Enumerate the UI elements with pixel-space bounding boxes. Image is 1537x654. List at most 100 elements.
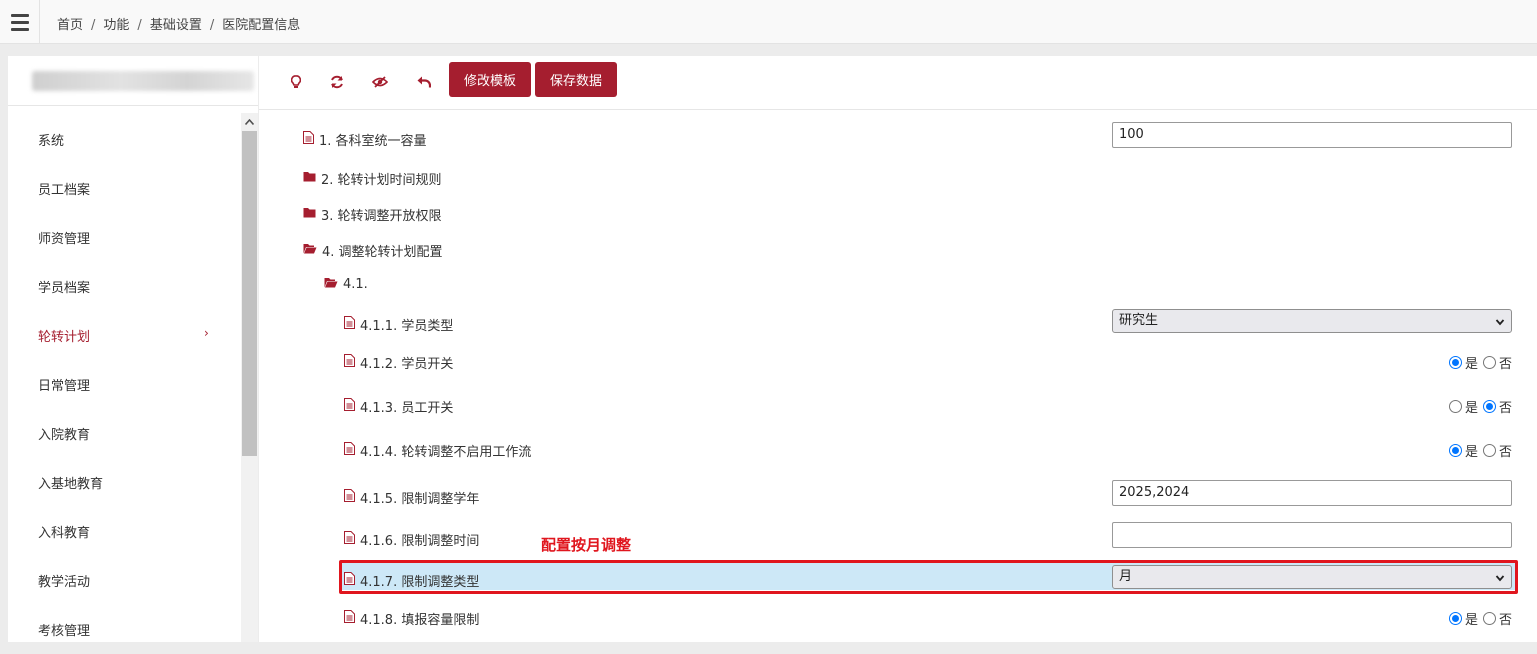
- folder-open-icon: [324, 277, 343, 292]
- sidebar-item-rotation-plan[interactable]: 轮转计划 ›: [8, 311, 241, 360]
- radio-yes[interactable]: [1448, 400, 1462, 413]
- edit-template-button[interactable]: 修改模板: [449, 62, 531, 97]
- sidebar-item-daily-management[interactable]: 日常管理: [8, 360, 241, 409]
- file-text-icon: [344, 610, 360, 627]
- sidebar: 系统 员工档案 师资管理 学员档案 轮转计划 › 日常管理 入院教育 入基地教育 …: [8, 56, 258, 642]
- config-row-4-1-5: 4.1.5. 限制调整学年 2025,2024: [259, 478, 1537, 514]
- file-text-icon: [344, 398, 360, 415]
- radio-yes[interactable]: [1448, 612, 1462, 625]
- config-row-3[interactable]: 3. 轮转调整开放权限: [259, 195, 1537, 231]
- config-row-4[interactable]: 4. 调整轮转计划配置: [259, 231, 1537, 267]
- config-row-4-1[interactable]: 4.1.: [259, 267, 1537, 303]
- config-label: 4.1.6. 限制调整时间: [360, 534, 480, 549]
- breadcrumb-basic-settings[interactable]: 基础设置: [150, 18, 202, 33]
- chevron-down-icon: [1495, 313, 1505, 335]
- no-workflow-radio-group: 是 否: [1448, 441, 1512, 460]
- radio-no-label: 否: [1498, 445, 1512, 460]
- sidebar-item-teaching-activities[interactable]: 教学活动: [8, 556, 241, 605]
- breadcrumb-home[interactable]: 首页: [57, 18, 83, 33]
- sidebar-item-hospital-orientation[interactable]: 入院教育: [8, 409, 241, 458]
- sidebar-item-assessment-management[interactable]: 考核管理: [8, 605, 241, 654]
- sidebar-item-department-orientation[interactable]: 入科教育: [8, 507, 241, 556]
- radio-yes-label: 是: [1464, 357, 1478, 372]
- sidebar-item-label: 学员档案: [38, 281, 91, 296]
- config-label: 2. 轮转计划时间规则: [321, 173, 442, 188]
- radio-yes-label: 是: [1464, 613, 1478, 628]
- radio-yes[interactable]: [1448, 444, 1462, 457]
- sidebar-divider: [8, 105, 258, 106]
- radio-no-label: 否: [1498, 357, 1512, 372]
- sidebar-item-label: 入基地教育: [38, 477, 104, 492]
- radio-no[interactable]: [1482, 356, 1496, 369]
- refresh-icon[interactable]: [325, 70, 349, 94]
- sidebar-item-label: 系统: [38, 134, 65, 149]
- sidebar-item-label: 员工档案: [38, 183, 91, 198]
- sidebar-item-label: 教学活动: [38, 575, 91, 590]
- sidebar-item-faculty-management[interactable]: 师资管理: [8, 213, 241, 262]
- sidebar-nav: 系统 员工档案 师资管理 学员档案 轮转计划 › 日常管理 入院教育 入基地教育 …: [8, 115, 241, 654]
- breadcrumb-separator: /: [91, 18, 96, 33]
- scroll-up-arrow-icon[interactable]: [241, 113, 258, 130]
- radio-yes[interactable]: [1448, 356, 1462, 369]
- chevron-right-icon: ›: [204, 326, 209, 340]
- config-label: 4.1.: [343, 277, 368, 292]
- sidebar-scrollbar[interactable]: [241, 113, 258, 642]
- breadcrumb-separator: /: [137, 18, 142, 33]
- annotation-text: 配置按月调整: [541, 536, 632, 554]
- radio-no[interactable]: [1482, 444, 1496, 457]
- limit-adjust-year-input[interactable]: 2025,2024: [1112, 480, 1512, 506]
- config-row-1: 1. 各科室统一容量 100: [259, 120, 1537, 156]
- config-label: 3. 轮转调整开放权限: [321, 209, 442, 224]
- config-label: 4.1.4. 轮转调整不启用工作流: [360, 445, 532, 460]
- file-text-icon: [303, 131, 319, 148]
- radio-no-label: 否: [1498, 613, 1512, 628]
- folder-icon: [303, 171, 321, 186]
- annotation-highlight-box: [339, 560, 1518, 594]
- radio-yes-label: 是: [1464, 401, 1478, 416]
- file-text-icon: [344, 442, 360, 459]
- limit-adjust-time-input[interactable]: [1112, 522, 1512, 548]
- folder-open-icon: [303, 243, 322, 258]
- capacity-limit-radio-group: 是 否: [1448, 609, 1512, 628]
- eye-slash-icon[interactable]: [368, 70, 392, 94]
- sidebar-item-system[interactable]: 系统: [8, 115, 241, 164]
- sidebar-item-label: 师资管理: [38, 232, 91, 247]
- uniform-capacity-input[interactable]: 100: [1112, 122, 1512, 148]
- select-value: 研究生: [1119, 313, 1159, 328]
- file-text-icon: [344, 316, 360, 333]
- config-label: 4.1.8. 填报容量限制: [360, 613, 480, 628]
- save-data-button[interactable]: 保存数据: [535, 62, 617, 97]
- radio-yes-label: 是: [1464, 445, 1478, 460]
- menu-toggle-icon[interactable]: [0, 0, 40, 44]
- sidebar-item-student-records[interactable]: 学员档案: [8, 262, 241, 311]
- config-row-2[interactable]: 2. 轮转计划时间规则: [259, 159, 1537, 195]
- config-row-4-1-1: 4.1.1. 学员类型 研究生: [259, 305, 1537, 341]
- sidebar-item-label: 考核管理: [38, 624, 91, 639]
- config-label: 4.1.1. 学员类型: [360, 319, 454, 334]
- sidebar-item-label: 入院教育: [38, 428, 91, 443]
- breadcrumb-separator: /: [209, 18, 215, 33]
- main-content: 修改模板 保存数据 1. 各科室统一容量 100 2. 轮转计划时间规则 3. …: [259, 56, 1537, 642]
- config-row-4-1-2: 4.1.2. 学员开关 是 否: [259, 343, 1537, 379]
- config-row-4-1-6: 4.1.6. 限制调整时间: [259, 520, 1537, 556]
- config-row-4-1-3: 4.1.3. 员工开关 是 否: [259, 387, 1537, 423]
- student-type-select[interactable]: 研究生: [1112, 309, 1512, 333]
- sidebar-item-base-orientation[interactable]: 入基地教育: [8, 458, 241, 507]
- sidebar-item-staff-records[interactable]: 员工档案: [8, 164, 241, 213]
- scrollbar-thumb[interactable]: [242, 131, 257, 456]
- sidebar-item-label: 入科教育: [38, 526, 91, 541]
- breadcrumb-current: 医院配置信息: [222, 18, 301, 33]
- config-label: 1. 各科室统一容量: [319, 134, 427, 149]
- file-text-icon: [344, 354, 360, 371]
- breadcrumb: 首页 / 功能 / 基础设置 / 医院配置信息: [57, 14, 300, 33]
- folder-icon: [303, 207, 321, 222]
- lightbulb-icon[interactable]: [284, 70, 308, 94]
- breadcrumb-features[interactable]: 功能: [103, 18, 129, 33]
- file-text-icon: [344, 489, 360, 506]
- undo-icon[interactable]: [412, 70, 436, 94]
- config-row-4-1-4: 4.1.4. 轮转调整不启用工作流 是 否: [259, 431, 1537, 467]
- sidebar-item-label: 日常管理: [38, 379, 91, 394]
- radio-no[interactable]: [1482, 400, 1496, 413]
- config-label: 4. 调整轮转计划配置: [322, 245, 443, 260]
- radio-no[interactable]: [1482, 612, 1496, 625]
